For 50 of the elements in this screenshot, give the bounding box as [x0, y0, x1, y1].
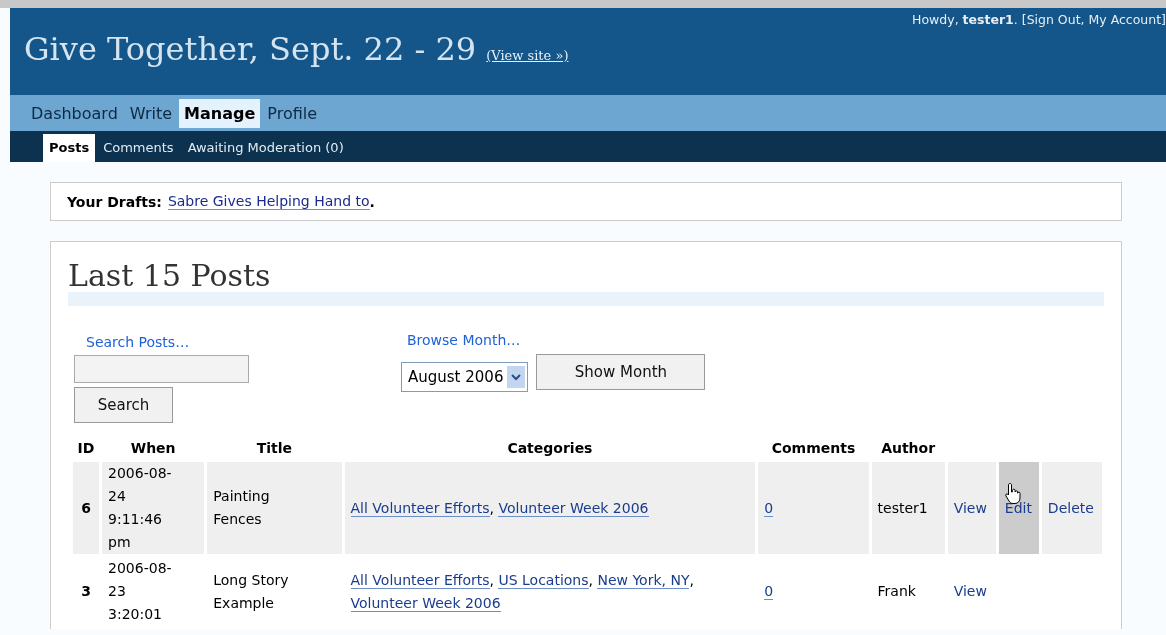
- search-field[interactable]: [74, 355, 249, 383]
- column-header: When: [129, 439, 177, 458]
- site-title: Give Together, Sept. 22 - 29: [24, 30, 477, 68]
- table-cell-text: Long Story Example: [212, 570, 290, 613]
- category-link[interactable]: All Volunteer Efforts: [350, 571, 490, 589]
- category-link[interactable]: All Volunteer Efforts: [350, 499, 490, 517]
- column-header: ID: [76, 439, 96, 458]
- table-cell: 6: [73, 462, 100, 554]
- column-header: Title: [255, 439, 294, 458]
- table-cell: Painting Fences: [207, 462, 342, 554]
- submenu-tab[interactable]: Comments: [97, 134, 180, 162]
- menu-tab[interactable]: Write: [124, 98, 178, 128]
- submenu-tab[interactable]: Awaiting Moderation (0): [181, 134, 350, 162]
- search-button[interactable]: Search: [74, 387, 173, 423]
- draft-link[interactable]: Sabre Gives Helping Hand to: [167, 193, 370, 210]
- hand-cursor-icon: [1004, 482, 1021, 504]
- category-link[interactable]: Volunteer Week 2006: [350, 594, 501, 612]
- menu-tab[interactable]: Profile: [262, 98, 323, 128]
- category-link[interactable]: Volunteer Week 2006: [498, 499, 649, 517]
- category-link[interactable]: US Locations: [498, 571, 589, 589]
- table-cell-text: 3: [80, 582, 92, 601]
- categories-cell: All Volunteer Efforts, Volunteer Week 2006: [344, 462, 756, 554]
- column-header: Author: [880, 439, 937, 458]
- column-header: Categories: [506, 439, 594, 458]
- table-cell: tester1: [871, 462, 945, 554]
- categories-cell-text: All Volunteer Efforts, US Locations, New York, NY, Volunteer Week 2006: [349, 570, 695, 614]
- category-link[interactable]: New York, NY: [597, 571, 690, 589]
- user-greeting: Howdy, tester1. [Sign Out, My Account]: [912, 12, 1166, 27]
- comments-link[interactable]: 0: [764, 583, 774, 600]
- comments-link[interactable]: 0: [764, 499, 774, 517]
- table-cell-text: Frank: [876, 582, 917, 601]
- action-link[interactable]: View: [953, 499, 987, 516]
- menu-tab[interactable]: Manage: [179, 98, 261, 128]
- view-site-link[interactable]: (View site »): [486, 48, 569, 63]
- drafts-label: Your Drafts:: [67, 193, 162, 210]
- column-header: Comments: [770, 439, 857, 458]
- browse-label: Browse Month…: [407, 332, 522, 348]
- drafts-end: .: [369, 193, 375, 210]
- panel-heading: Last 15 Posts: [68, 260, 271, 292]
- table-cell-text: 2006-08- 23 3:20:01: [107, 559, 173, 624]
- submenu-tab[interactable]: Posts: [43, 134, 96, 162]
- action-link[interactable]: View: [953, 583, 987, 599]
- chevron-icon: [511, 373, 522, 381]
- action-link[interactable]: Edit: [1004, 499, 1032, 516]
- month-select[interactable]: August 2006: [401, 362, 529, 392]
- action-link[interactable]: Delete: [1047, 499, 1094, 516]
- show-month-button[interactable]: Show Month: [536, 354, 706, 390]
- menu-tab[interactable]: Dashboard: [26, 98, 123, 128]
- search-label: Search Posts…: [86, 334, 190, 350]
- table-cell: 2006-08- 24 9:11:46 pm: [102, 462, 205, 554]
